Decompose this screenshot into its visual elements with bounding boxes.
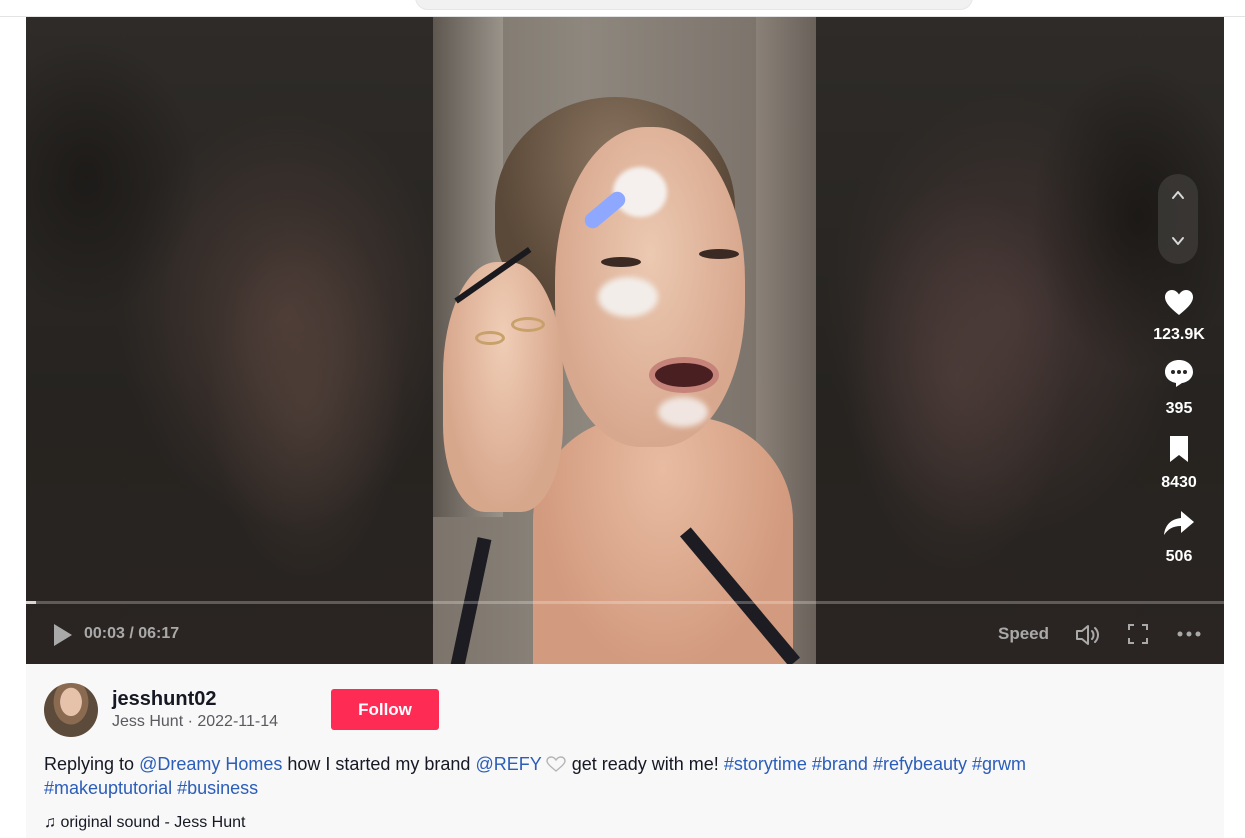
hashtag-link[interactable]: #grwm: [972, 754, 1026, 774]
heart-icon[interactable]: [1163, 287, 1195, 319]
hashtag-link[interactable]: #storytime: [724, 754, 807, 774]
play-icon[interactable]: [50, 622, 76, 648]
like-count: 123.9K: [1153, 326, 1205, 343]
description-text: get ready with me!: [571, 754, 724, 774]
comment-count: 395: [1165, 400, 1193, 417]
music-info[interactable]: ♫ original sound - Jess Hunt: [44, 814, 245, 832]
time-display: 00:03 / 06:17: [84, 625, 180, 642]
scene-eye-left: [601, 257, 641, 267]
volume-icon[interactable]: [1074, 621, 1102, 649]
share-count: 506: [1165, 548, 1193, 565]
scene-ring: [475, 331, 505, 345]
video-info: jesshunt02 Jess Hunt · 2022-11-14 Follow…: [26, 664, 1224, 838]
bookmark-icon[interactable]: [1163, 433, 1195, 465]
scene-mask-chin: [658, 397, 708, 427]
hashtag-link[interactable]: #refybeauty: [873, 754, 967, 774]
more-options-icon[interactable]: [1175, 622, 1203, 646]
description-text: how I started my brand: [282, 754, 476, 774]
background-blur-left: [26, 17, 433, 664]
scene-mouth: [649, 357, 719, 393]
music-note-icon: ♫: [44, 814, 56, 831]
author-subline: Jess Hunt · 2022-11-14: [112, 713, 279, 730]
hashtag-link[interactable]: #business: [177, 778, 258, 798]
hashtag-link[interactable]: #makeuptutorial: [44, 778, 172, 798]
scene-ring: [511, 317, 545, 332]
video-frame[interactable]: [433, 17, 816, 664]
speed-button[interactable]: Speed: [998, 624, 1049, 644]
avatar[interactable]: [44, 683, 98, 737]
save-count: 8430: [1161, 474, 1197, 491]
fullscreen-icon[interactable]: [1126, 622, 1150, 646]
progress-fill: [26, 601, 36, 604]
video-description: Replying to @Dreamy Homes how I started …: [44, 752, 1144, 800]
progress-bar[interactable]: [26, 601, 1224, 604]
username[interactable]: jesshunt02: [112, 688, 216, 711]
heart-outline-icon: [546, 756, 566, 772]
music-label: original sound - Jess Hunt: [60, 814, 246, 831]
video-player[interactable]: 123.9K 395 8430 506 00:03 / 06:17 Speed: [26, 17, 1224, 664]
mention-link[interactable]: @Dreamy Homes: [139, 754, 282, 774]
top-bar: [0, 0, 1245, 17]
hashtag-link[interactable]: #brand: [812, 754, 868, 774]
mention-link[interactable]: @REFY: [475, 754, 541, 774]
share-icon[interactable]: [1163, 507, 1195, 539]
scene-eye-right: [699, 249, 739, 259]
search-bar[interactable]: [415, 0, 973, 10]
description-prefix: Replying to: [44, 754, 140, 774]
scene-mask-cheek: [598, 277, 658, 317]
follow-button[interactable]: Follow: [331, 689, 439, 730]
comment-icon[interactable]: [1163, 357, 1195, 389]
player-controls: 00:03 / 06:17 Speed: [26, 612, 1224, 656]
action-bar: 123.9K 395 8430 506: [1152, 17, 1206, 664]
